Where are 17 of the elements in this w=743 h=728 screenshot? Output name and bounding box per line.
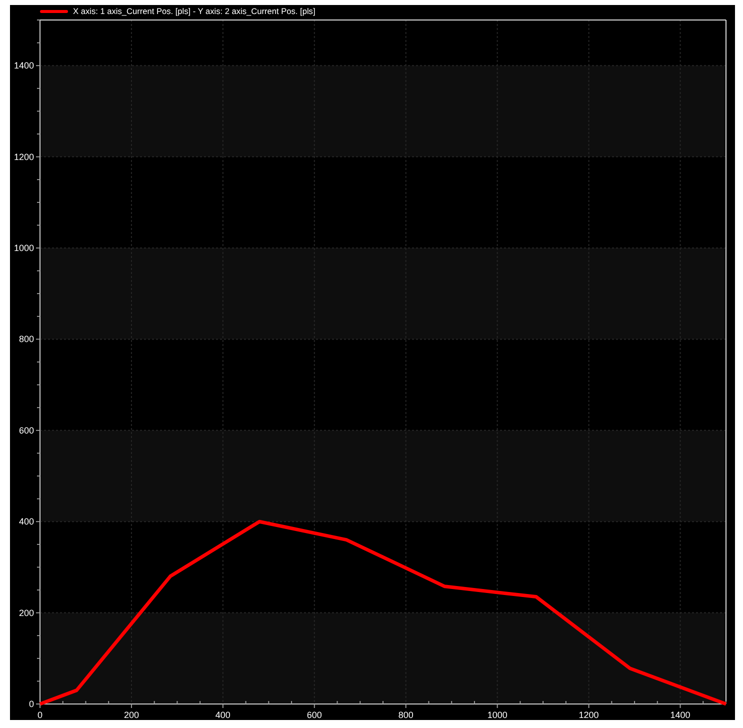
y-tick-label: 600 xyxy=(18,425,34,436)
legend-label: X axis: 1 axis_Current Pos. [pls] - Y axis: 2 axis_Current Pos. [pls] xyxy=(73,5,316,17)
y-tick-label: 1000 xyxy=(14,243,34,253)
x-tick-label: 0 xyxy=(38,710,42,720)
y-tick-label: 1200 xyxy=(14,152,34,162)
x-tick-label: 1400 xyxy=(670,710,690,720)
y-tick-label: 200 xyxy=(18,608,34,618)
x-tick-label: 800 xyxy=(398,710,414,720)
x-tick-label: 600 xyxy=(306,710,322,720)
y-tick-label: 400 xyxy=(18,516,34,527)
x-tick-label: 1000 xyxy=(487,710,508,720)
y-tick-label: 800 xyxy=(18,334,34,344)
y-tick-label: 0 xyxy=(28,699,34,709)
x-tick-label: 1200 xyxy=(578,710,599,720)
y-tick-label: 1400 xyxy=(14,60,34,71)
x-tick-label: 400 xyxy=(215,710,230,720)
x-tick-label: 200 xyxy=(124,710,139,720)
